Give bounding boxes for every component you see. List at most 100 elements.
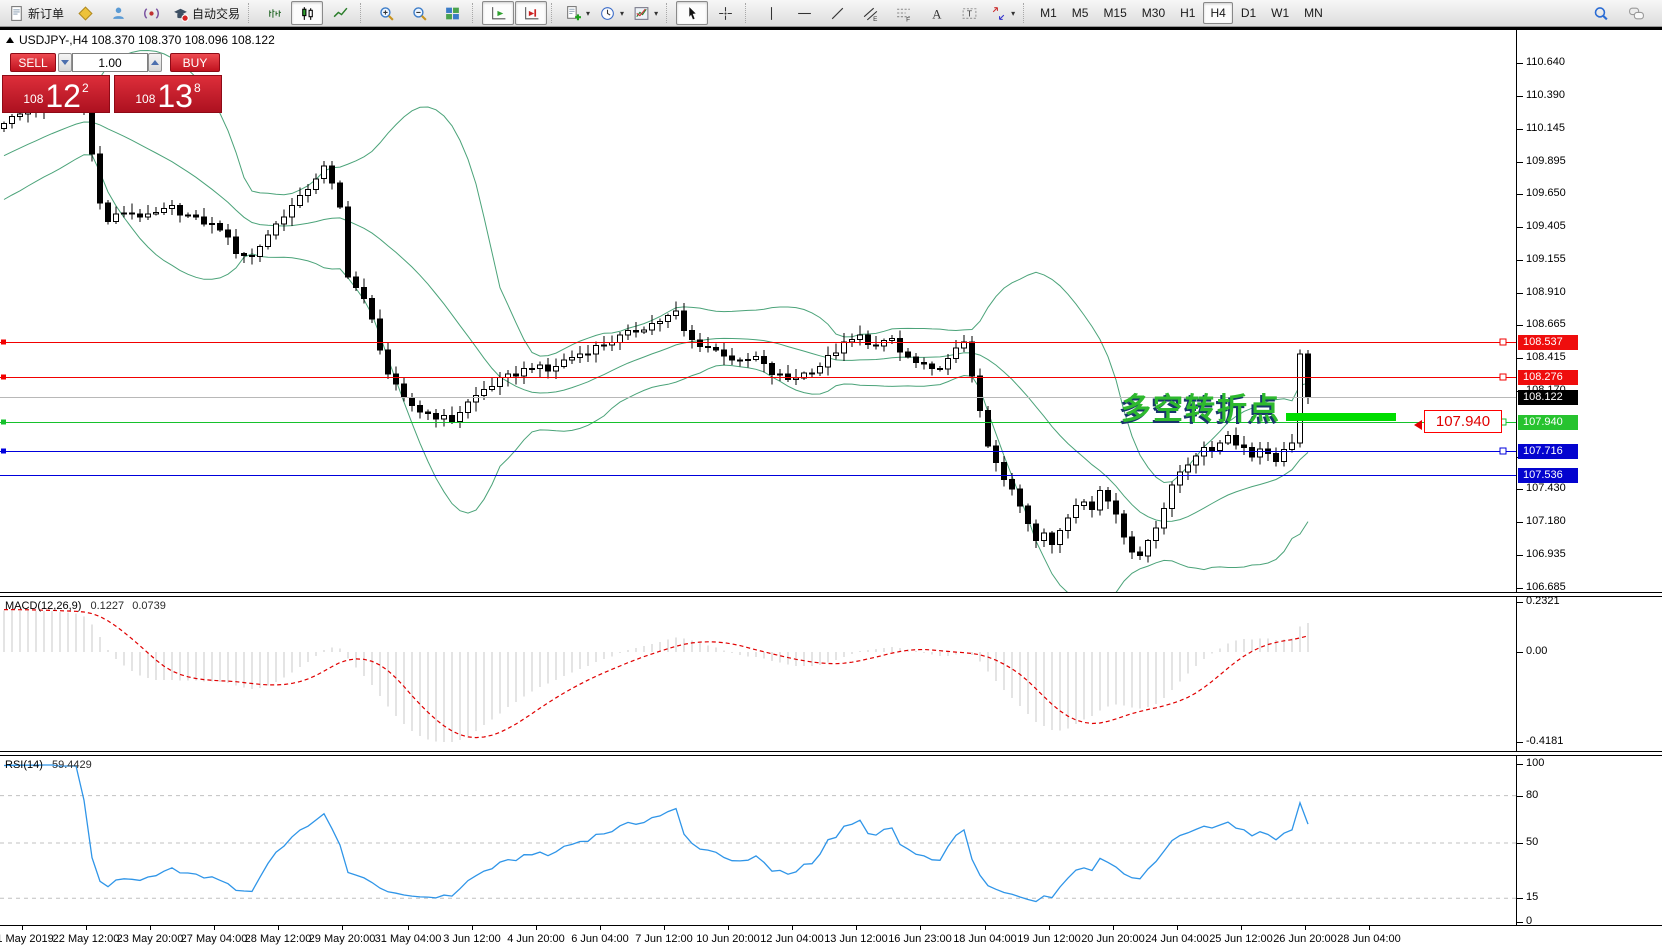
- pane-separator[interactable]: [0, 751, 1662, 756]
- time-axis-label: 28 Jun 04:00: [1337, 933, 1401, 945]
- line-chart-icon: [332, 5, 349, 22]
- candlestick-chart-icon: [299, 5, 316, 22]
- fibonacci-button[interactable]: F: [887, 1, 919, 25]
- price-tick-label: 107.430: [1526, 482, 1566, 494]
- price-line-label: 108.276: [1518, 370, 1578, 385]
- chat-button[interactable]: [1620, 1, 1652, 25]
- time-axis-label: 23 May 20:00: [117, 933, 184, 945]
- arrows-icon: [990, 5, 1007, 22]
- price-axis[interactable]: 110.640110.390110.145109.895109.650109.4…: [1516, 27, 1662, 925]
- new-order-button[interactable]: 新订单: [4, 1, 68, 25]
- macd-tick-label: -0.4181: [1526, 735, 1563, 747]
- sell-price-sup: 2: [82, 81, 89, 95]
- sell-price-box[interactable]: 108 12 2: [2, 75, 110, 113]
- volume-decrease-button[interactable]: [58, 53, 72, 72]
- chart-title-text: USDJPY-,H4 108.370 108.370 108.096 108.1…: [19, 33, 275, 47]
- price-tick-label: 109.155: [1526, 253, 1566, 265]
- zoom-out-button[interactable]: [403, 1, 435, 25]
- text-button[interactable]: A: [920, 1, 952, 25]
- signals-button[interactable]: [135, 1, 167, 25]
- chart-shift-button[interactable]: [515, 1, 547, 25]
- timeframe-m15[interactable]: M15: [1096, 2, 1133, 24]
- horizontal-line-button[interactable]: [788, 1, 820, 25]
- macd-tick-mark: [1517, 602, 1523, 603]
- time-axis[interactable]: 21 May 201922 May 12:0023 May 20:0027 Ma…: [0, 925, 1662, 950]
- search-button[interactable]: [1584, 1, 1616, 25]
- chart-shift-icon: [523, 5, 540, 22]
- toolbar-separator: [551, 3, 557, 23]
- svg-text:T: T: [966, 8, 971, 18]
- sell-button[interactable]: SELL: [10, 53, 56, 72]
- cursor-button[interactable]: [676, 1, 708, 25]
- volume-input[interactable]: [72, 53, 148, 72]
- equidistant-channel-button[interactable]: E: [854, 1, 886, 25]
- macd-indicator-chart[interactable]: [0, 597, 1516, 752]
- time-tick-mark: [1113, 926, 1114, 930]
- autotrading-label: 自动交易: [192, 5, 240, 22]
- rsi-tick-mark: [1517, 764, 1523, 765]
- timeframe-h1[interactable]: H1: [1173, 2, 1202, 24]
- chart-line-button[interactable]: [324, 1, 356, 25]
- macd-tick-mark: [1517, 742, 1523, 743]
- arrows-button[interactable]: ▾: [986, 1, 1019, 25]
- buy-button[interactable]: BUY: [170, 53, 220, 72]
- community-button[interactable]: [102, 1, 134, 25]
- autoscroll-button[interactable]: [482, 1, 514, 25]
- autotrading-button[interactable]: 自动交易: [168, 1, 244, 25]
- volume-increase-button[interactable]: [148, 53, 162, 72]
- trendline-button[interactable]: [821, 1, 853, 25]
- price-tick-mark: [1517, 358, 1523, 359]
- buy-price-box[interactable]: 108 13 8: [114, 75, 222, 113]
- vertical-line-button[interactable]: [755, 1, 787, 25]
- timeframe-d1[interactable]: D1: [1234, 2, 1263, 24]
- rsi-tick-label: 50: [1526, 836, 1538, 848]
- timeframe-mn[interactable]: MN: [1297, 2, 1330, 24]
- fibonacci-icon: F: [895, 5, 912, 22]
- timeframe-h4[interactable]: H4: [1203, 2, 1232, 24]
- price-tick-mark: [1517, 555, 1523, 556]
- crosshair-icon: [717, 5, 734, 22]
- main-price-chart[interactable]: [0, 27, 1516, 592]
- time-tick-mark: [408, 926, 409, 930]
- time-tick-mark: [600, 926, 601, 930]
- chart-annotation-text[interactable]: 多空转折点: [1121, 384, 1281, 428]
- crosshair-button[interactable]: [709, 1, 741, 25]
- rsi-indicator-chart[interactable]: [0, 756, 1516, 925]
- time-axis-label: 29 May 20:00: [309, 933, 376, 945]
- price-tick-mark: [1517, 96, 1523, 97]
- tile-windows-button[interactable]: [436, 1, 468, 25]
- time-axis-label: 28 May 12:00: [245, 933, 312, 945]
- chart-candles-button[interactable]: [291, 1, 323, 25]
- rsi-tick-mark: [1517, 796, 1523, 797]
- timeframe-m30[interactable]: M30: [1135, 2, 1172, 24]
- chart-bars-button[interactable]: [258, 1, 290, 25]
- price-tick-label: 109.650: [1526, 187, 1566, 199]
- macd-main-value: 0.1227: [90, 600, 124, 612]
- templates-button[interactable]: ▾: [629, 1, 662, 25]
- indicators-dropdown-caret: ▾: [586, 9, 590, 18]
- zoom-out-icon: [411, 5, 428, 22]
- price-tick-mark: [1517, 63, 1523, 64]
- timeframe-group: M1M5M15M30H1H4D1W1MN: [1033, 2, 1330, 24]
- chart-title: USDJPY-,H4 108.370 108.370 108.096 108.1…: [6, 33, 275, 47]
- timeframe-m5[interactable]: M5: [1065, 2, 1096, 24]
- price-label-box[interactable]: 107.940: [1424, 410, 1502, 433]
- macd-tick-mark: [1517, 652, 1523, 653]
- autotrading-cap-icon: [172, 5, 189, 22]
- periods-dropdown-caret: ▾: [620, 9, 624, 18]
- periods-button[interactable]: ▾: [595, 1, 628, 25]
- pane-separator[interactable]: [0, 592, 1662, 597]
- indicators-button[interactable]: ▾: [561, 1, 594, 25]
- rsi-tick-label: 15: [1526, 891, 1538, 903]
- price-tick-label: 106.935: [1526, 548, 1566, 560]
- zoom-in-button[interactable]: [370, 1, 402, 25]
- price-tick-label: 108.415: [1526, 351, 1566, 363]
- timeframe-w1[interactable]: W1: [1264, 2, 1296, 24]
- toolbar-separator: [248, 3, 254, 23]
- indicators-icon: [565, 5, 582, 22]
- rsi-tick-mark: [1517, 922, 1523, 923]
- metaeditor-button[interactable]: [69, 1, 101, 25]
- timeframe-m1[interactable]: M1: [1033, 2, 1064, 24]
- time-axis-label: 22 May 12:00: [53, 933, 120, 945]
- text-label-button[interactable]: T: [953, 1, 985, 25]
